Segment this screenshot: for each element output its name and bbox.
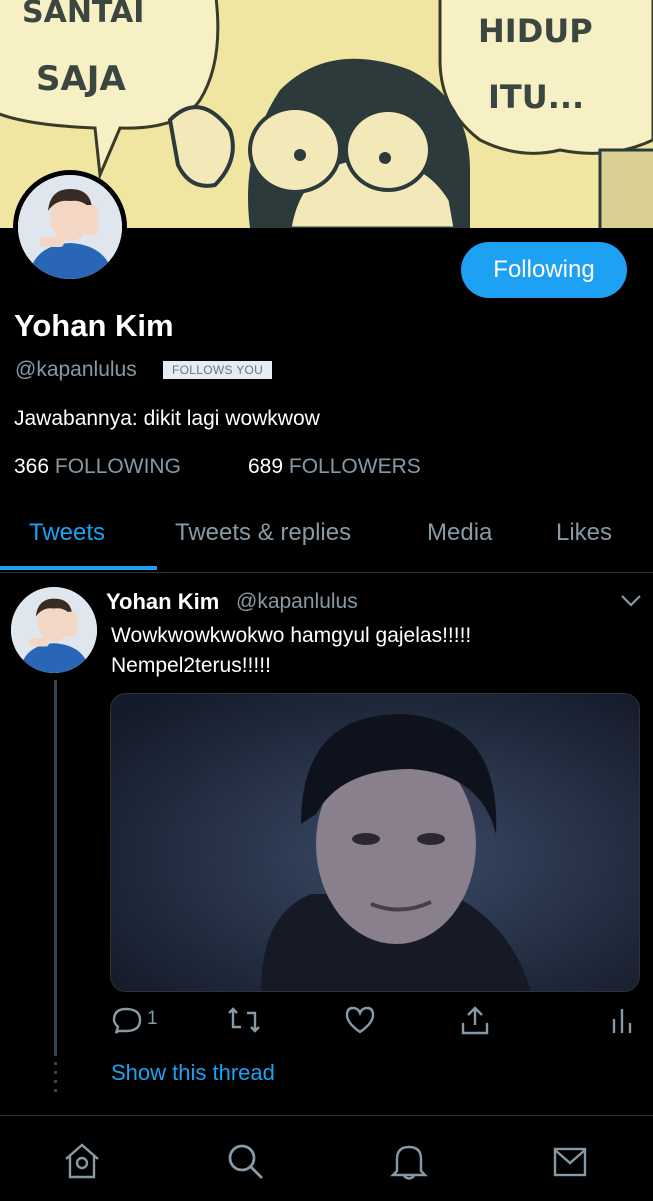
analytics-icon[interactable]	[610, 1005, 634, 1035]
following-count: 366	[14, 455, 50, 478]
home-icon[interactable]	[62, 1141, 102, 1181]
followers-stat[interactable]: 689 FOLLOWERS	[248, 455, 421, 479]
following-stat[interactable]: 366 FOLLOWING	[14, 455, 181, 479]
tweet-photo	[111, 694, 639, 991]
search-icon[interactable]	[225, 1141, 265, 1181]
tab-tweets-replies[interactable]: Tweets & replies	[175, 519, 351, 547]
thread-connector-line	[54, 680, 57, 1056]
banner-text-saja: SAJA	[36, 59, 126, 99]
profile-handle: @kapanlulus	[15, 358, 137, 381]
mail-icon[interactable]	[550, 1141, 590, 1181]
banner-text-itu: ITU...	[488, 78, 584, 116]
followers-label: FOLLOWERS	[288, 455, 421, 478]
active-tab-indicator	[0, 566, 157, 570]
bottom-navigation	[0, 1115, 653, 1201]
tweet-author-handle: @kapanlulus	[236, 590, 358, 613]
tab-likes[interactable]: Likes	[556, 519, 612, 547]
reply-count: 1	[147, 1008, 158, 1029]
tweet-author-avatar[interactable]	[11, 587, 97, 673]
tab-tweets[interactable]: Tweets	[29, 519, 105, 547]
show-thread-link[interactable]: Show this thread	[111, 1060, 275, 1086]
tweet-text-line: Nempel2terus!!!!!	[111, 654, 271, 677]
tab-media[interactable]: Media	[427, 519, 492, 547]
reply-icon[interactable]	[112, 1005, 144, 1035]
share-icon[interactable]	[460, 1005, 490, 1035]
banner-text-santai: SANTAI	[22, 0, 144, 30]
retweet-icon[interactable]	[227, 1005, 261, 1035]
following-label: FOLLOWING	[54, 455, 181, 478]
following-button[interactable]: Following	[461, 242, 627, 298]
tweet-text-line: Wowkwowkwokwo hamgyul gajelas!!!!!	[111, 624, 472, 647]
follows-you-badge: FOLLOWS YOU	[163, 361, 273, 379]
bell-icon[interactable]	[389, 1141, 429, 1181]
tweet-media-image[interactable]	[110, 693, 640, 992]
profile-bio: Jawabannya: dikit lagi wowkwow	[14, 407, 320, 430]
banner-text-hidup: HIDUP	[478, 12, 593, 50]
heart-icon[interactable]	[345, 1005, 375, 1035]
tweet-author-name[interactable]: Yohan Kim	[106, 589, 219, 615]
avatar-photo	[18, 175, 122, 279]
profile-tabs: Tweets Tweets & replies Media Likes	[0, 508, 653, 573]
chevron-down-icon[interactable]	[620, 594, 642, 608]
profile-name: Yohan Kim	[14, 308, 174, 343]
tweet-text: Wowkwowkwokwo hamgyul gajelas!!!!! Nempe…	[111, 621, 631, 681]
tweet-avatar-photo	[11, 587, 97, 673]
followers-count: 689	[248, 455, 284, 478]
profile-avatar[interactable]	[13, 170, 127, 284]
thread-connector-dots	[54, 1062, 57, 1098]
